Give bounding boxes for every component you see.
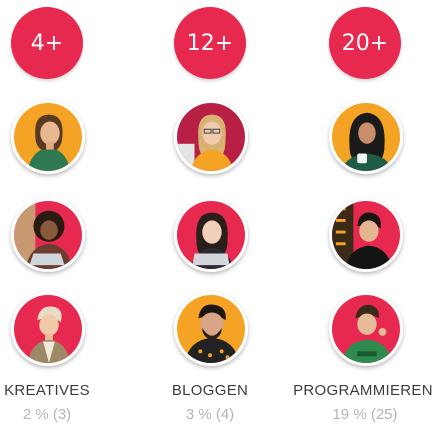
person-avatar [329,198,403,272]
category-column-bloggen: 12+ BLOGGEN 3 % (4) [135,0,285,431]
category-column-kreatives: 4+ KREATIVES 2 % (3) [0,0,122,431]
person-avatar [174,100,248,174]
category-title: BLOGGEN [171,382,249,399]
person-avatar [329,292,403,366]
person-photo-icon [332,103,400,171]
person-avatar [174,198,248,272]
person-avatar [11,198,85,272]
person-avatar [11,100,85,174]
category-stat: 19 % (25) [332,406,398,423]
person-photo-icon [177,103,245,171]
person-avatar [174,292,248,366]
person-photo-icon [177,295,245,363]
category-title: KREATIVES [4,382,90,399]
category-title: PROGRAMMIEREN [293,382,433,399]
person-photo-icon [14,103,82,171]
count-badge: 4+ [11,7,83,79]
count-badge: 12+ [174,7,246,79]
person-photo-icon [332,295,400,363]
person-photo-icon [177,201,245,269]
count-badge: 20+ [329,7,401,79]
person-photo-icon [332,201,400,269]
person-photo-icon [14,201,82,269]
category-stat: 2 % (3) [22,406,72,423]
person-avatar [329,100,403,174]
person-photo-icon [14,295,82,363]
category-column-programmieren: 20+ PROGRAMMIEREN 19 % (25) [290,0,440,431]
person-avatar [11,292,85,366]
category-stat: 3 % (4) [185,406,235,423]
